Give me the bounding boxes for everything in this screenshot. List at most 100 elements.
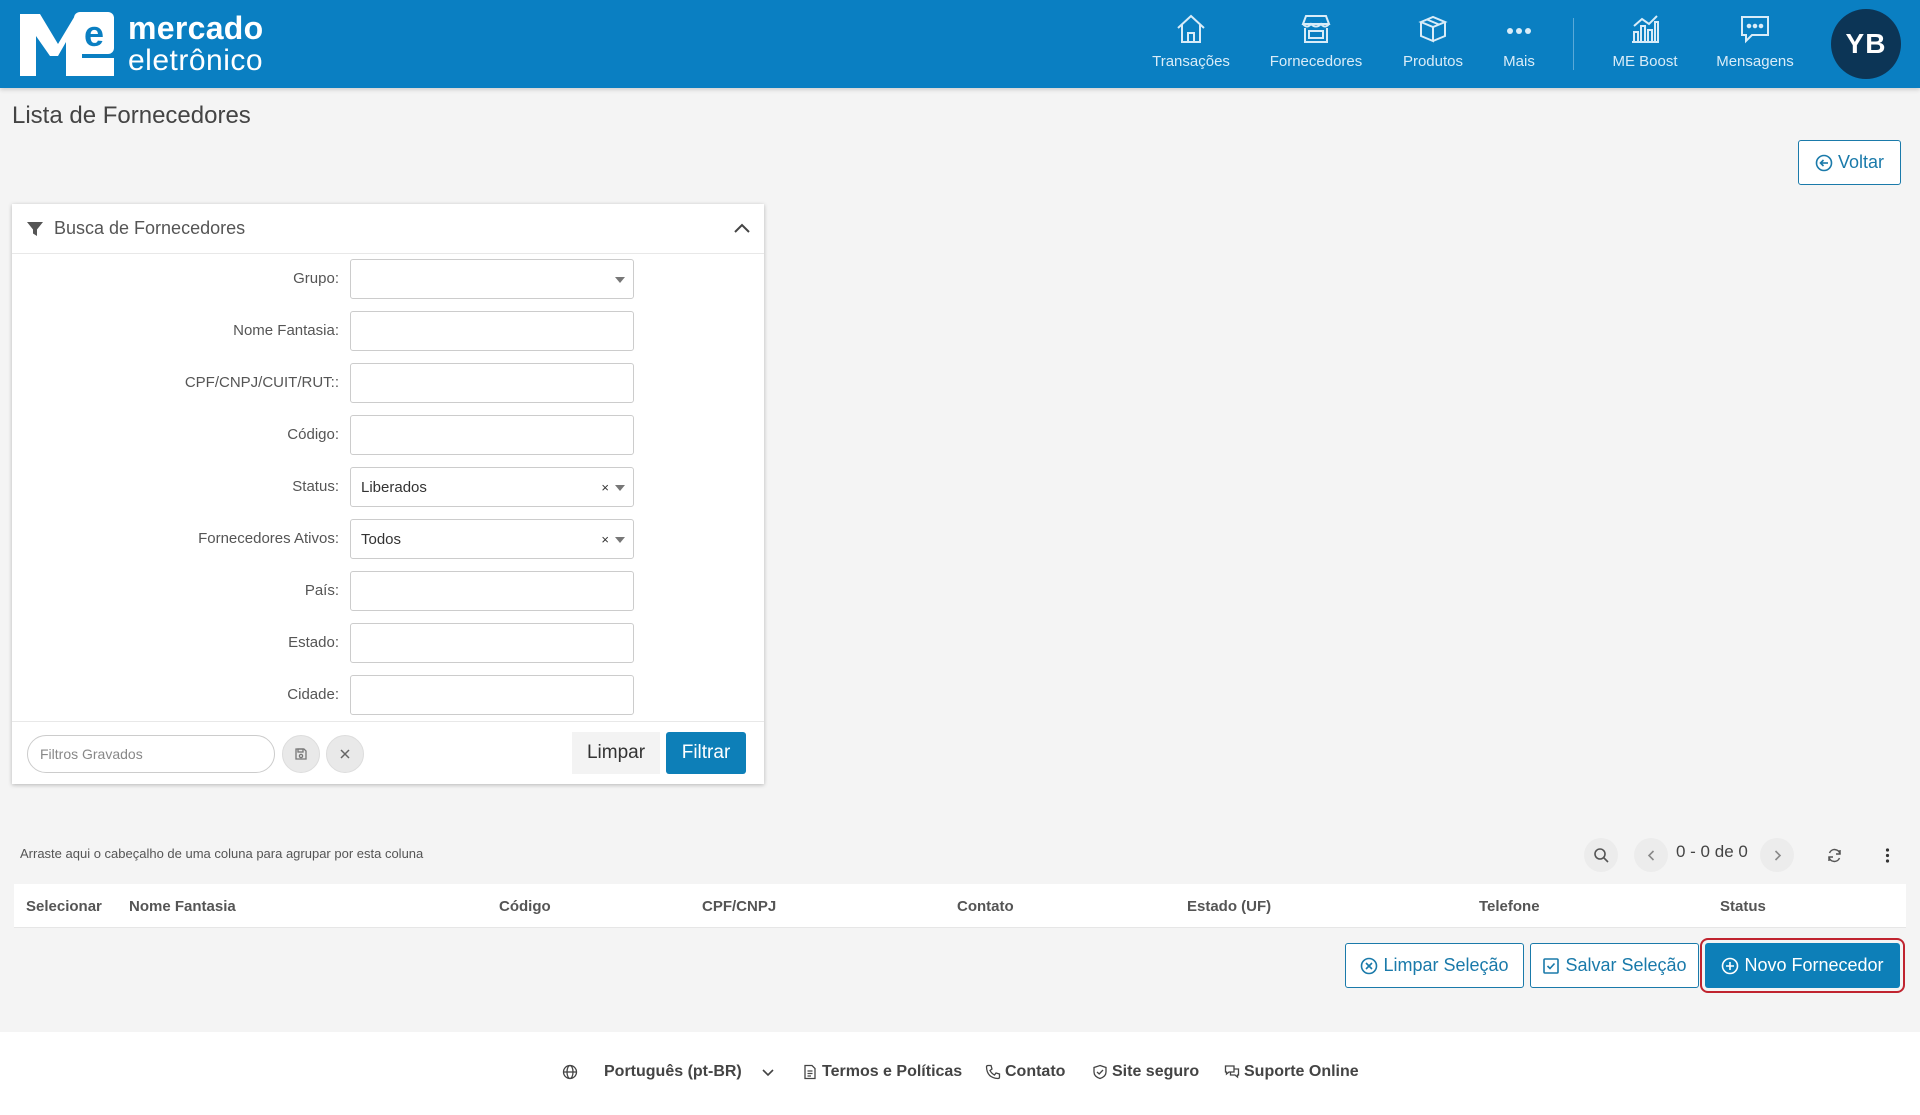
column-header-codigo[interactable]: Código — [499, 898, 551, 915]
field-label: País: — [304, 582, 339, 599]
panel-header[interactable]: Busca de Fornecedores — [12, 204, 764, 254]
floppy-disk-icon — [295, 748, 307, 760]
codigo-input[interactable] — [350, 415, 634, 455]
store-icon — [1301, 15, 1331, 43]
nav-label: Mais — [1503, 53, 1535, 70]
status-select[interactable]: Liberados × — [350, 467, 634, 507]
back-button[interactable]: Voltar — [1798, 140, 1901, 185]
clear-selection-button[interactable]: Limpar Seleção — [1345, 943, 1524, 988]
filter-row-cpf-cnpj: CPF/CNPJ/CUIT/RUT:: — [12, 363, 764, 403]
document-icon — [804, 1064, 816, 1080]
filter-row-pais: País: — [12, 571, 764, 611]
box-icon — [1418, 15, 1448, 43]
user-avatar[interactable]: YB — [1831, 9, 1901, 79]
logo-mark-icon: e — [20, 12, 114, 76]
filter-row-codigo: Código: — [12, 415, 764, 455]
online-support-label: Suporte Online — [1244, 1063, 1359, 1080]
field-label: Fornecedores Ativos: — [198, 530, 339, 547]
column-header-telefone[interactable]: Telefone — [1479, 898, 1540, 915]
caret-down-icon — [615, 537, 625, 543]
chevron-down-icon — [762, 1069, 774, 1077]
logo-text-mercado: mercado — [128, 10, 264, 46]
terms-link[interactable]: Termos e Políticas — [802, 1063, 962, 1081]
nav-item-mensagens[interactable]: Mensagens — [1712, 10, 1798, 80]
phone-icon — [985, 1064, 1001, 1080]
top-navigation-bar: e mercado eletrônico Transações Forneced… — [0, 0, 1920, 88]
grid-more-button[interactable] — [1870, 838, 1904, 872]
pager-next-button[interactable] — [1760, 838, 1794, 872]
grupo-select[interactable] — [350, 259, 634, 299]
filter-row-fornecedores-ativos: Fornecedores Ativos: Todos × — [12, 519, 764, 559]
refresh-icon — [1827, 848, 1841, 862]
field-label: Cidade: — [287, 686, 339, 703]
pager-text: 0 - 0 de 0 — [1676, 842, 1748, 861]
secure-site-link[interactable]: Site seguro — [1092, 1063, 1199, 1081]
clear-icon[interactable]: × — [601, 480, 609, 495]
chevron-left-icon — [1647, 849, 1654, 861]
filter-icon — [27, 221, 43, 236]
nav-item-me-boost[interactable]: ME Boost — [1606, 10, 1684, 80]
field-label: Nome Fantasia: — [233, 322, 339, 339]
column-header-nome-fantasia[interactable]: Nome Fantasia — [129, 898, 236, 915]
home-icon — [1177, 14, 1205, 43]
column-header-selecionar[interactable]: Selecionar — [26, 898, 102, 915]
filter-row-nome-fantasia: Nome Fantasia: — [12, 311, 764, 351]
globe-icon — [562, 1064, 578, 1080]
save-filter-button[interactable] — [282, 735, 320, 773]
nome-fantasia-input[interactable] — [350, 311, 634, 351]
nav-item-fornecedores[interactable]: Fornecedores — [1264, 10, 1368, 80]
caret-down-icon — [615, 277, 625, 283]
shield-check-icon — [1093, 1064, 1107, 1080]
clear-filters-button[interactable]: Limpar — [572, 732, 660, 774]
plus-circle-icon — [1722, 957, 1739, 974]
online-support-link[interactable]: Suporte Online — [1224, 1063, 1359, 1081]
chevron-right-icon — [1774, 849, 1781, 861]
cidade-input[interactable] — [350, 675, 634, 715]
grid-header: Selecionar Nome Fantasia Código CPF/CNPJ… — [14, 884, 1906, 928]
nav-item-mais[interactable]: Mais — [1494, 10, 1544, 80]
new-supplier-label: Novo Fornecedor — [1744, 955, 1884, 975]
arrow-left-circle-icon — [1815, 154, 1833, 171]
chevron-up-icon[interactable] — [732, 218, 752, 238]
x-circle-icon — [1361, 957, 1378, 974]
chat-bubbles-icon — [1224, 1065, 1240, 1079]
field-value: Todos — [361, 530, 402, 548]
page-title: Lista de Fornecedores — [12, 102, 251, 129]
logo-text-eletronico: eletrônico — [128, 44, 264, 77]
page-footer: Português (pt-BR) Termos e Políticas Con… — [0, 1032, 1920, 1115]
column-header-cpf-cnpj[interactable]: CPF/CNPJ — [702, 898, 776, 915]
saved-filters-input[interactable]: Filtros Gravados — [27, 735, 275, 773]
column-header-status[interactable]: Status — [1720, 898, 1766, 915]
apply-filter-button[interactable]: Filtrar — [666, 732, 746, 774]
nav-divider — [1573, 18, 1574, 70]
pais-input[interactable] — [350, 571, 634, 611]
nav-label: Transações — [1152, 53, 1230, 70]
nav-label: ME Boost — [1612, 53, 1678, 70]
language-selector[interactable]: Português (pt-BR) — [562, 1063, 780, 1081]
panel-title: Busca de Fornecedores — [54, 218, 246, 238]
grid-search-button[interactable] — [1584, 838, 1618, 872]
fornecedores-ativos-select[interactable]: Todos × — [350, 519, 634, 559]
new-supplier-button[interactable]: Novo Fornecedor — [1700, 938, 1905, 993]
group-by-hint: Arraste aqui o cabeçalho de uma coluna p… — [20, 846, 424, 861]
column-header-contato[interactable]: Contato — [957, 898, 1014, 915]
estado-input[interactable] — [350, 623, 634, 663]
column-header-estado[interactable]: Estado (UF) — [1187, 898, 1271, 915]
nav-label: Produtos — [1402, 53, 1464, 70]
more-dots-icon — [1507, 28, 1531, 34]
clear-icon[interactable]: × — [601, 532, 609, 547]
chart-icon — [1632, 15, 1659, 43]
grid-refresh-button[interactable] — [1817, 838, 1851, 872]
save-selection-button[interactable]: Salvar Seleção — [1530, 943, 1699, 988]
pager-prev-button[interactable] — [1634, 838, 1668, 872]
nav-item-produtos[interactable]: Produtos — [1396, 10, 1470, 80]
contact-label: Contato — [1005, 1063, 1066, 1080]
close-icon — [340, 749, 350, 759]
check-square-icon — [1543, 957, 1560, 974]
cpf-cnpj-input[interactable] — [350, 363, 634, 403]
filter-row-status: Status: Liberados × — [12, 467, 764, 507]
nav-item-transacoes[interactable]: Transações — [1146, 10, 1236, 80]
contact-link[interactable]: Contato — [985, 1063, 1065, 1081]
logo[interactable]: e mercado eletrônico — [18, 10, 264, 78]
delete-filter-button[interactable] — [326, 735, 364, 773]
